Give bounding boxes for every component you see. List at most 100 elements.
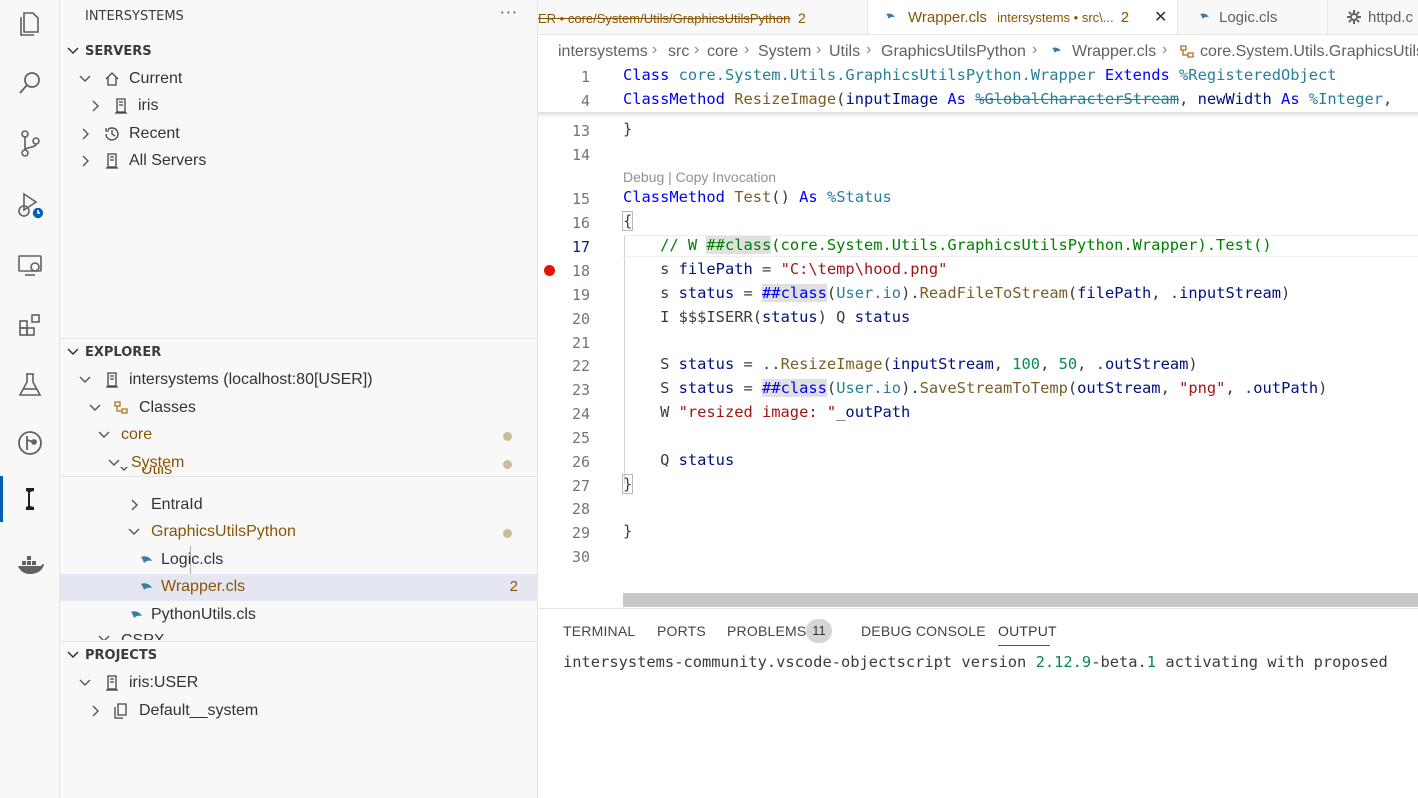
tab-ports[interactable]: PORTS — [657, 623, 706, 639]
breadcrumb-item[interactable]: intersystems — [558, 43, 648, 61]
breadcrumb-item[interactable]: Wrapper.cls — [1072, 43, 1156, 61]
codelens-debug-copy[interactable]: Debug | Copy Invocation — [623, 169, 776, 185]
chevron-down-icon — [128, 528, 140, 535]
tree-item-cspx[interactable]: CSPX — [60, 630, 538, 640]
more-actions-icon[interactable]: ··· — [500, 3, 518, 22]
line-number: 20 — [571, 310, 590, 328]
search-icon[interactable] — [0, 60, 60, 106]
explorer-label: EXPLORER — [85, 345, 162, 360]
line-number: 15 — [571, 190, 590, 208]
chevron-right-icon — [92, 100, 99, 112]
tab-graphicsutilspython[interactable]: ER • core/System/Utils/GraphicsUtilsPyth… — [538, 0, 868, 34]
side-bar: INTERSYSTEMS ··· SERVERS Current iris Re… — [60, 0, 538, 798]
objectscript-file-icon — [141, 583, 152, 590]
tree-item-all-servers[interactable]: All Servers — [60, 148, 538, 175]
code-editor[interactable]: 1 Class core.System.Utils.GraphicsUtilsP… — [538, 64, 1418, 594]
tree-item-pythonutils-cls[interactable]: PythonUtils.cls — [60, 602, 538, 629]
tree-label: iris — [138, 97, 159, 114]
chevron-right-icon: › — [816, 41, 822, 58]
activity-bar — [0, 0, 60, 798]
projects-section-header[interactable]: PROJECTS — [60, 644, 538, 668]
line-number: 16 — [571, 214, 590, 232]
breadcrumb-item[interactable]: GraphicsUtilsPython — [881, 43, 1026, 61]
breadcrumb: intersystems › src › core › System › Uti… — [538, 38, 1418, 64]
chevron-down-icon — [98, 431, 110, 438]
tab-label: ER • core/System/Utils/GraphicsUtilsPyth… — [538, 11, 791, 26]
tree-item-current[interactable]: Current — [60, 66, 538, 93]
tree-label: All Servers — [129, 152, 207, 169]
line-number: 25 — [571, 429, 590, 447]
tree-item-iris[interactable]: iris — [60, 93, 538, 120]
tree-item-iris-user[interactable]: iris:USER — [60, 670, 538, 697]
extensions-icon[interactable] — [0, 302, 60, 348]
remote-explorer-icon[interactable] — [0, 242, 60, 288]
line-number: 29 — [571, 524, 590, 542]
run-debug-icon[interactable] — [0, 182, 60, 228]
chevron-right-icon: › — [694, 41, 700, 58]
intersystems-icon[interactable] — [0, 476, 60, 522]
history-icon — [105, 127, 119, 141]
gitlens-icon[interactable] — [0, 420, 60, 466]
tree-label: Wrapper.cls — [161, 578, 246, 595]
tree-item-recent[interactable]: Recent — [60, 121, 538, 148]
server-icon — [115, 98, 127, 114]
bottom-panel: TERMINAL PORTS PROBLEMS 11 DEBUG CONSOLE… — [538, 608, 1418, 798]
tree-label: iris:USER — [129, 674, 199, 691]
line-number: 22 — [571, 357, 590, 375]
tab-debug-console[interactable]: DEBUG CONSOLE — [861, 623, 986, 639]
tree-item-default-system[interactable]: Default__system — [60, 698, 538, 725]
breadcrumb-item[interactable]: src — [668, 43, 689, 61]
docker-icon[interactable] — [0, 542, 60, 588]
tree-label: Recent — [129, 125, 180, 142]
breadcrumb-item[interactable]: System — [758, 43, 811, 61]
problems-count-badge: 2 — [509, 578, 518, 595]
tree-item-classes[interactable]: Classes — [60, 395, 538, 422]
tree-item-entraid[interactable]: EntraId — [60, 492, 538, 519]
line-number: 13 — [571, 122, 590, 140]
tab-logic-cls[interactable]: Logic.cls — [1178, 0, 1328, 34]
breadcrumb-item[interactable]: core — [707, 43, 738, 61]
tab-description: intersystems • src\... — [997, 10, 1114, 25]
line-number: 30 — [571, 548, 590, 566]
sticky-scroll-shadow — [538, 112, 1418, 118]
projects-label: PROJECTS — [85, 648, 158, 663]
tree-item-utils[interactable]: Utils — [60, 467, 538, 477]
chevron-right-icon — [82, 155, 89, 167]
tab-output[interactable]: OUTPUT — [998, 623, 1057, 639]
code-line: } — [623, 120, 633, 138]
code-line: { — [621, 211, 634, 231]
class-hierarchy-icon — [114, 401, 128, 414]
explorer-section-header[interactable]: EXPLORER — [60, 341, 538, 365]
servers-section-header[interactable]: SERVERS — [60, 40, 538, 64]
tree-item-logic-cls[interactable]: Logic.cls — [60, 547, 538, 574]
source-control-icon[interactable] — [0, 120, 60, 166]
horizontal-scrollbar[interactable] — [623, 593, 1418, 607]
chevron-right-icon: › — [1162, 41, 1168, 58]
tree-item-graphicsutilspython[interactable]: GraphicsUtilsPython — [60, 519, 538, 546]
breadcrumb-item[interactable]: Utils — [829, 43, 860, 61]
explorer-files-icon[interactable] — [0, 0, 60, 46]
chevron-down-icon — [89, 404, 101, 411]
tree-item-wrapper-cls[interactable]: Wrapper.cls 2 — [60, 574, 538, 601]
active-tab-underline — [998, 645, 1050, 646]
chevron-down-icon — [67, 348, 79, 356]
tab-wrapper-cls[interactable]: Wrapper.cls intersystems • src\... 2 ✕ — [868, 0, 1178, 34]
editor-tabs: ER • core/System/Utils/GraphicsUtilsPyth… — [538, 0, 1418, 35]
tab-problems[interactable]: PROBLEMS — [727, 623, 806, 639]
tree-item-core[interactable]: core — [60, 422, 538, 449]
tree-label: GraphicsUtilsPython — [151, 523, 296, 540]
chevron-right-icon — [131, 499, 138, 511]
testing-icon[interactable] — [0, 362, 60, 408]
close-icon[interactable]: ✕ — [1154, 7, 1167, 27]
tree-item-workspace-root[interactable]: intersystems (localhost:80[USER]) — [60, 367, 538, 394]
modified-dot — [503, 529, 512, 538]
breadcrumb-item[interactable]: core.System.Utils.GraphicsUtils — [1200, 43, 1418, 61]
tab-terminal[interactable]: TERMINAL — [563, 623, 635, 639]
objectscript-file-icon — [131, 611, 142, 618]
line-number: 23 — [571, 381, 590, 399]
sidebar-title: INTERSYSTEMS — [85, 9, 184, 24]
server-icon — [106, 675, 118, 691]
tab-httpd[interactable]: httpd.c — [1328, 0, 1418, 34]
servers-label: SERVERS — [85, 44, 152, 59]
objectscript-file-icon — [1200, 13, 1209, 19]
